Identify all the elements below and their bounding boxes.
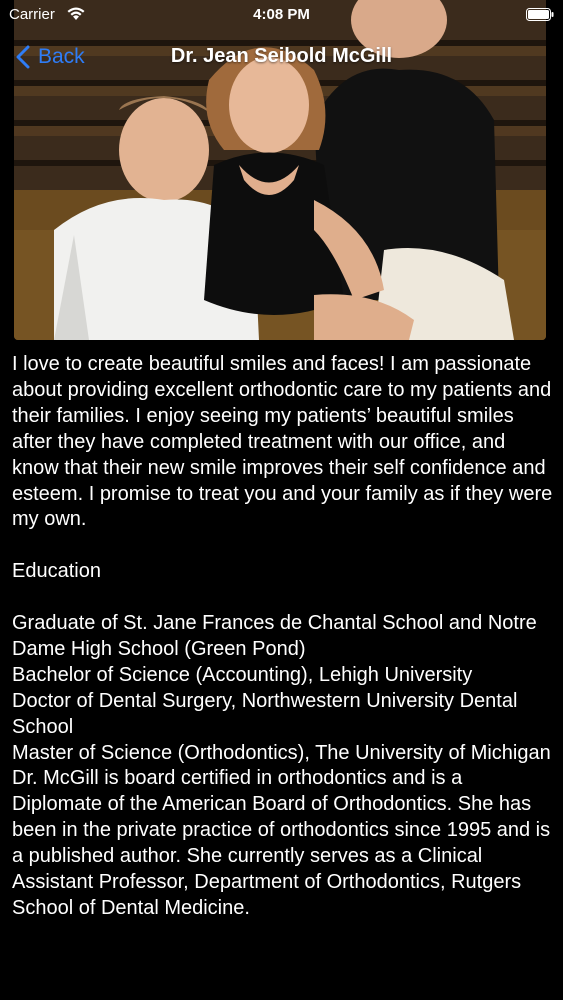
clock-label: 4:08 PM — [253, 6, 310, 23]
status-bar: Carrier 4:08 PM — [0, 0, 563, 30]
battery-icon — [526, 8, 554, 21]
bio-intro: I love to create beautiful smiles and fa… — [12, 353, 553, 531]
education-item: Doctor of Dental Surgery, Northwestern U… — [12, 689, 518, 738]
page-title: Dr. Jean Seibold McGill — [170, 45, 393, 67]
credentials-paragraph: Dr. McGill is board certified in orthodo… — [12, 767, 551, 919]
education-item: Bachelor of Science (Accounting), Lehigh… — [12, 663, 473, 686]
navigation-bar: Back Dr. Jean Seibold McGill — [0, 34, 563, 80]
education-item: Graduate of St. Jane Frances de Chantal … — [12, 612, 537, 660]
education-heading: Education — [12, 560, 101, 583]
education-item: Master of Science (Orthodontics), The Un… — [12, 741, 551, 764]
bio-text: I love to create beautiful smiles and fa… — [12, 352, 557, 922]
